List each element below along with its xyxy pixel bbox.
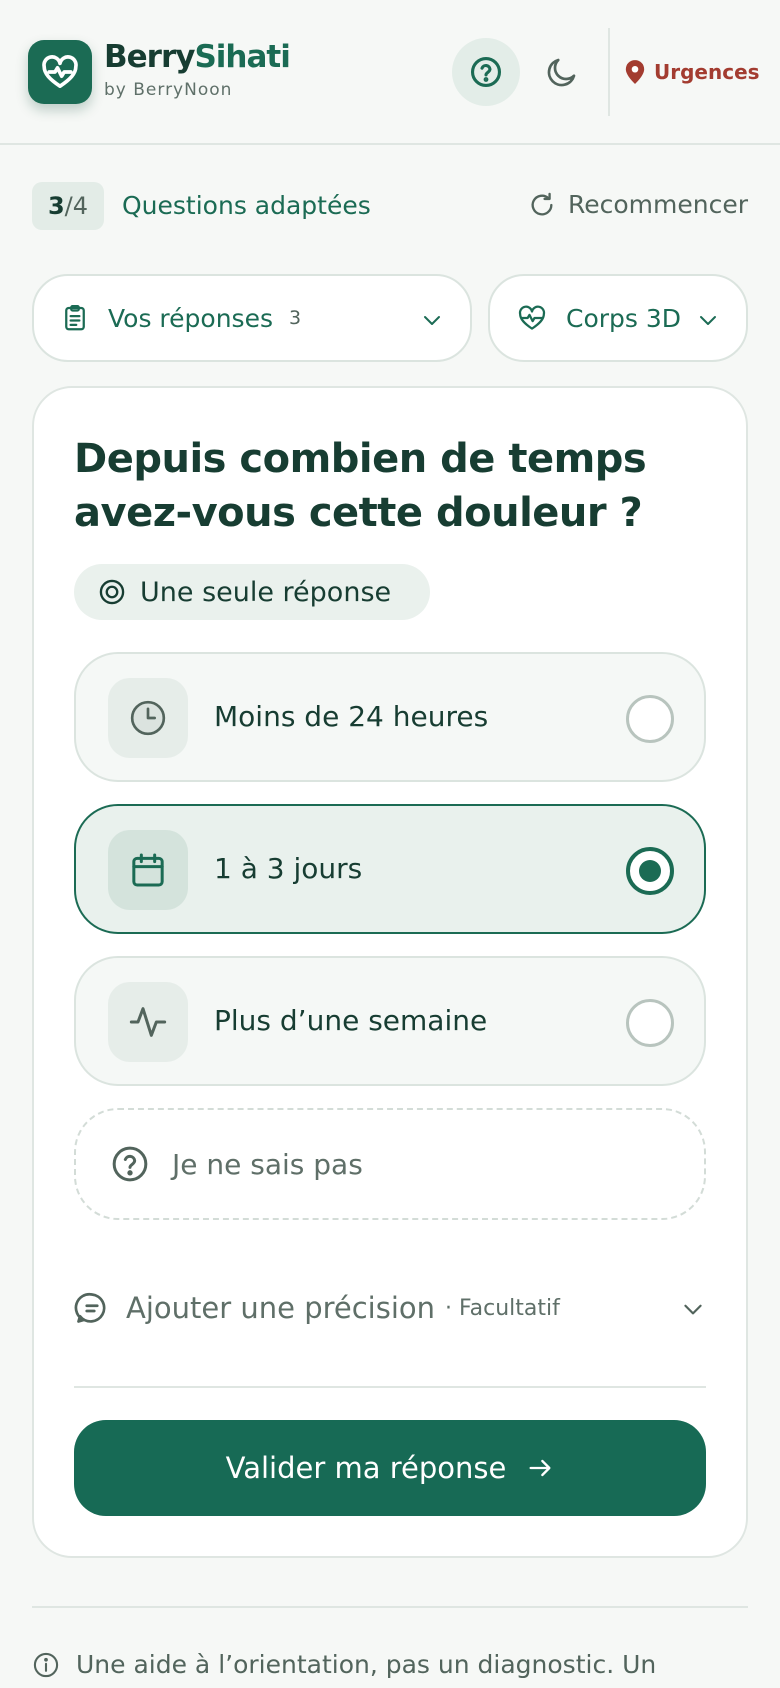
answers-count: 3 bbox=[288, 307, 302, 329]
brand-name: BerrySihati bbox=[104, 38, 291, 76]
question-card: Depuis combien de temps avez-vous cette … bbox=[32, 386, 748, 1558]
option-icon-box bbox=[108, 678, 188, 758]
heart-pulse-icon bbox=[518, 305, 546, 330]
target-icon bbox=[99, 579, 125, 605]
clipboard-icon bbox=[65, 305, 85, 331]
help-circle-icon bbox=[470, 56, 502, 88]
help-button[interactable] bbox=[452, 38, 520, 106]
dark-mode-toggle[interactable] bbox=[536, 46, 588, 98]
restart-label: Recommencer bbox=[567, 190, 748, 219]
chevron-down-icon bbox=[424, 316, 440, 325]
chevron-down-icon bbox=[700, 316, 716, 325]
radio-button-selected[interactable] bbox=[626, 847, 674, 895]
disclaimer: Une aide à l’orientation, pas un diagnos… bbox=[32, 1648, 748, 1682]
brand-name-part2: Sihati bbox=[194, 39, 290, 75]
restart-button[interactable]: Recommencer bbox=[528, 190, 748, 219]
brand-name-part1: Berry bbox=[104, 39, 195, 75]
heart-pulse-logo-icon bbox=[42, 55, 78, 88]
body-3d-label: Corps 3D bbox=[566, 303, 682, 333]
option-icon-box bbox=[108, 830, 188, 910]
body-3d-dropdown[interactable]: Corps 3D bbox=[488, 274, 748, 362]
option-dont-know[interactable]: Je ne sais pas bbox=[74, 1108, 706, 1220]
hint-label: Une seule réponse bbox=[140, 576, 392, 608]
question-title: Depuis combien de temps avez-vous cette … bbox=[74, 436, 647, 536]
header-divider bbox=[608, 28, 610, 116]
submit-label: Valider ma réponse bbox=[225, 1451, 507, 1485]
progress-label: Questions adaptées bbox=[122, 191, 371, 220]
precision-label: Ajouter une précision bbox=[126, 1291, 436, 1325]
add-precision-toggle[interactable]: Ajouter une précision · Facultatif bbox=[74, 1284, 706, 1332]
progress-row: 3/4 Questions adaptées Recommencer bbox=[32, 182, 748, 230]
option-1-to-3-days[interactable]: 1 à 3 jours bbox=[74, 804, 706, 934]
info-icon bbox=[33, 1652, 59, 1678]
option-icon-box bbox=[108, 982, 188, 1062]
step-counter: 3/4 bbox=[32, 182, 104, 230]
option-label: 1 à 3 jours bbox=[214, 852, 363, 885]
moon-icon bbox=[547, 58, 576, 87]
message-icon bbox=[74, 1292, 106, 1323]
answers-label: Vos réponses bbox=[108, 303, 273, 333]
option-more-than-week[interactable]: Plus d’une semaine bbox=[74, 956, 706, 1086]
option-label: Moins de 24 heures bbox=[214, 700, 489, 733]
dont-know-label: Je ne sais pas bbox=[172, 1147, 363, 1181]
urgences-link[interactable]: Urgences bbox=[624, 52, 760, 92]
single-answer-hint: Une seule réponse bbox=[74, 564, 430, 620]
help-circle-icon bbox=[112, 1146, 148, 1182]
step-total: /4 bbox=[64, 192, 89, 220]
step-current: 3 bbox=[47, 192, 65, 220]
brand: BerrySihati by BerryNoon bbox=[104, 38, 291, 100]
radio-button[interactable] bbox=[626, 695, 674, 743]
precision-optional: · Facultatif bbox=[445, 1295, 560, 1321]
chevron-down-icon bbox=[684, 1304, 702, 1315]
disclaimer-text: Une aide à l’orientation, pas un diagnos… bbox=[76, 1650, 657, 1679]
map-pin-icon bbox=[625, 60, 645, 84]
logo[interactable] bbox=[28, 40, 92, 104]
arrow-right-icon bbox=[529, 1459, 551, 1477]
brand-subtitle: by BerryNoon bbox=[104, 80, 233, 100]
divider bbox=[74, 1386, 706, 1388]
option-label: Plus d’une semaine bbox=[214, 1004, 488, 1037]
submit-button[interactable]: Valider ma réponse bbox=[74, 1420, 706, 1516]
answers-dropdown[interactable]: Vos réponses 3 bbox=[32, 274, 472, 362]
option-less-than-24h[interactable]: Moins de 24 heures bbox=[74, 652, 706, 782]
refresh-icon bbox=[531, 192, 553, 216]
calendar-icon bbox=[132, 853, 164, 887]
app-header: BerrySihati by BerryNoon Urgences bbox=[0, 0, 780, 145]
urgences-label: Urgences bbox=[654, 60, 760, 84]
footer-divider bbox=[32, 1606, 748, 1608]
clock-icon bbox=[130, 700, 166, 736]
radio-button[interactable] bbox=[626, 999, 674, 1047]
activity-icon bbox=[129, 1007, 167, 1037]
